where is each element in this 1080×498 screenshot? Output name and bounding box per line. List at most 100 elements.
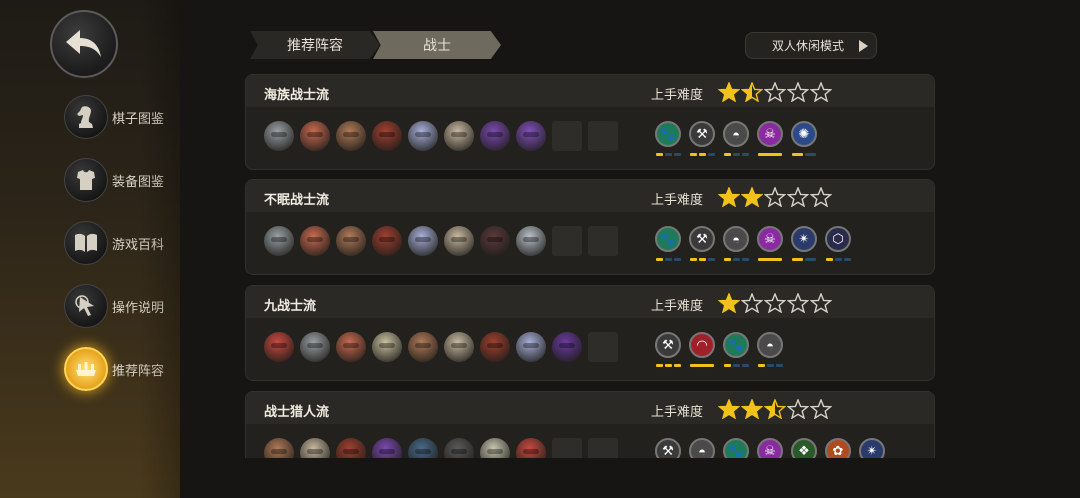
hero-portrait[interactable] <box>408 332 438 362</box>
lineup-card[interactable]: 海族战士流 上手难度 🐾 ⚒ ◓ ☠ ✺ <box>245 74 935 170</box>
star-icon <box>740 398 764 420</box>
star-icon <box>809 186 833 208</box>
hero-portrait[interactable] <box>264 332 294 362</box>
hero-portrait[interactable] <box>444 226 474 256</box>
helmet-icon: ◓ <box>757 332 783 358</box>
synergy-item[interactable]: ⚒ <box>688 121 716 156</box>
hero-portrait[interactable] <box>480 226 510 256</box>
hero-portrait[interactable] <box>408 438 438 458</box>
synergy-item[interactable]: ☠ <box>756 438 784 458</box>
sidebar-item-label: 操作说明 <box>112 299 165 315</box>
star-icon <box>809 81 833 103</box>
hero-portrait[interactable] <box>516 226 546 256</box>
sidebar-item-recommended-lineups[interactable]: 推荐阵容 <box>64 347 164 391</box>
skull-icon: ☠ <box>757 438 783 458</box>
sidebar-item-instructions[interactable]: 操作说明 <box>64 284 164 328</box>
lineup-card[interactable]: 不眠战士流 上手难度 🐾 ⚒ ◓ ☠ ✴ ⬡ <box>245 179 935 275</box>
sidebar-item-game-wiki[interactable]: 游戏百科 <box>64 221 164 265</box>
hero-portrait[interactable] <box>300 332 330 362</box>
hero-portrait[interactable] <box>336 438 366 458</box>
back-button[interactable] <box>50 10 118 78</box>
synergy-progress <box>723 364 749 367</box>
hero-portrait[interactable] <box>372 438 402 458</box>
synergy-item[interactable]: ✿ <box>824 438 852 458</box>
mode-label: 双人休闲模式 <box>772 39 845 53</box>
sidebar-item-label: 推荐阵容 <box>112 362 165 378</box>
hero-portrait[interactable] <box>336 121 366 151</box>
synergy-item[interactable]: ❖ <box>790 438 818 458</box>
hero-portrait[interactable] <box>264 121 294 151</box>
star-icon <box>763 186 787 208</box>
synergy-progress-segment <box>825 258 833 261</box>
hero-portrait[interactable] <box>372 332 402 362</box>
sidebar-item-piece-guide[interactable]: 棋子图鉴 <box>64 95 164 139</box>
synergy-row: 🐾 ⚒ ◓ ☠ ✴ ⬡ <box>654 226 858 261</box>
empty-hero-slot <box>552 226 582 256</box>
synergy-item[interactable]: ✺ <box>790 121 818 156</box>
synergy-progress-segment <box>673 364 681 367</box>
hero-portrait[interactable] <box>408 121 438 151</box>
sidebar-item-equipment-guide[interactable]: 装备图鉴 <box>64 158 164 202</box>
hero-portrait[interactable] <box>516 438 546 458</box>
synergy-progress-segment <box>757 364 765 367</box>
synergy-item[interactable]: ⚒ <box>654 438 682 458</box>
tab-warrior[interactable]: 战士 <box>373 31 501 59</box>
synergy-item[interactable]: 🐾 <box>654 121 682 156</box>
skull-icon: ☠ <box>757 121 783 147</box>
hero-portrait[interactable] <box>516 121 546 151</box>
synergy-progress-segment <box>723 258 731 261</box>
hero-portrait[interactable] <box>372 226 402 256</box>
synergy-item[interactable]: ◓ <box>722 226 750 261</box>
synergy-item[interactable]: ☠ <box>756 121 784 156</box>
hero-portrait[interactable] <box>480 332 510 362</box>
hero-portrait[interactable] <box>264 226 294 256</box>
empty-hero-slot <box>552 121 582 151</box>
star-icon <box>786 81 810 103</box>
synergy-item[interactable]: ◠ <box>688 332 716 367</box>
hero-portrait[interactable] <box>480 121 510 151</box>
synergy-progress <box>689 258 715 261</box>
synergy-item[interactable]: ⬡ <box>824 226 852 261</box>
hero-portrait[interactable] <box>300 121 330 151</box>
synergy-item[interactable]: ◓ <box>688 438 716 458</box>
lineup-list[interactable]: 海族战士流 上手难度 🐾 ⚒ ◓ ☠ ✺ 不眠战士流 上手难度 🐾 ⚒ ◓ ☠ ✴ ⬡ 九战士流 上手难度 ⚒ ◠ 🐾… <box>245 74 935 458</box>
synergy-item[interactable]: ⚒ <box>654 332 682 367</box>
mode-select-button[interactable]: 双人休闲模式 <box>745 32 877 59</box>
paw-icon: 🐾 <box>723 332 749 358</box>
play-arrow-icon <box>859 40 868 52</box>
lineup-card[interactable]: 战士猎人流 上手难度 ⚒ ◓ 🐾 ☠ ❖ ✿ ✴ <box>245 391 935 458</box>
hero-portrait[interactable] <box>444 438 474 458</box>
hero-row <box>264 332 624 362</box>
hero-portrait[interactable] <box>552 332 582 362</box>
hero-portrait[interactable] <box>336 332 366 362</box>
hero-portrait[interactable] <box>408 226 438 256</box>
synergy-item[interactable]: ⚒ <box>688 226 716 261</box>
synergy-item[interactable]: ◓ <box>722 121 750 156</box>
paw-icon: 🐾 <box>723 438 749 458</box>
synergy-item[interactable]: ◓ <box>756 332 784 367</box>
hero-portrait[interactable] <box>480 438 510 458</box>
synergy-progress <box>723 153 749 156</box>
hero-portrait[interactable] <box>516 332 546 362</box>
hero-portrait[interactable] <box>444 332 474 362</box>
tab-recommended-lineups[interactable]: 推荐阵容 <box>250 31 380 59</box>
hero-portrait[interactable] <box>372 121 402 151</box>
hero-portrait[interactable] <box>264 438 294 458</box>
sidebar: 棋子图鉴 装备图鉴 游戏百科 操作说明 推荐阵容 <box>0 0 180 498</box>
star-icon <box>717 292 741 314</box>
synergy-item[interactable]: ✴ <box>790 226 818 261</box>
difficulty-label: 上手难度 <box>651 404 704 419</box>
synergy-item[interactable]: 🐾 <box>654 226 682 261</box>
hero-portrait[interactable] <box>300 226 330 256</box>
hero-row <box>264 121 624 151</box>
synergy-item[interactable]: 🐾 <box>722 332 750 367</box>
lineup-card[interactable]: 九战士流 上手难度 ⚒ ◠ 🐾 ◓ <box>245 285 935 381</box>
hero-portrait[interactable] <box>336 226 366 256</box>
synergy-item[interactable]: ☠ <box>756 226 784 261</box>
synergy-progress-segment <box>834 258 842 261</box>
synergy-item[interactable]: 🐾 <box>722 438 750 458</box>
hero-portrait[interactable] <box>444 121 474 151</box>
hero-portrait[interactable] <box>300 438 330 458</box>
synergy-progress-segment <box>690 364 714 367</box>
synergy-item[interactable]: ✴ <box>858 438 886 458</box>
